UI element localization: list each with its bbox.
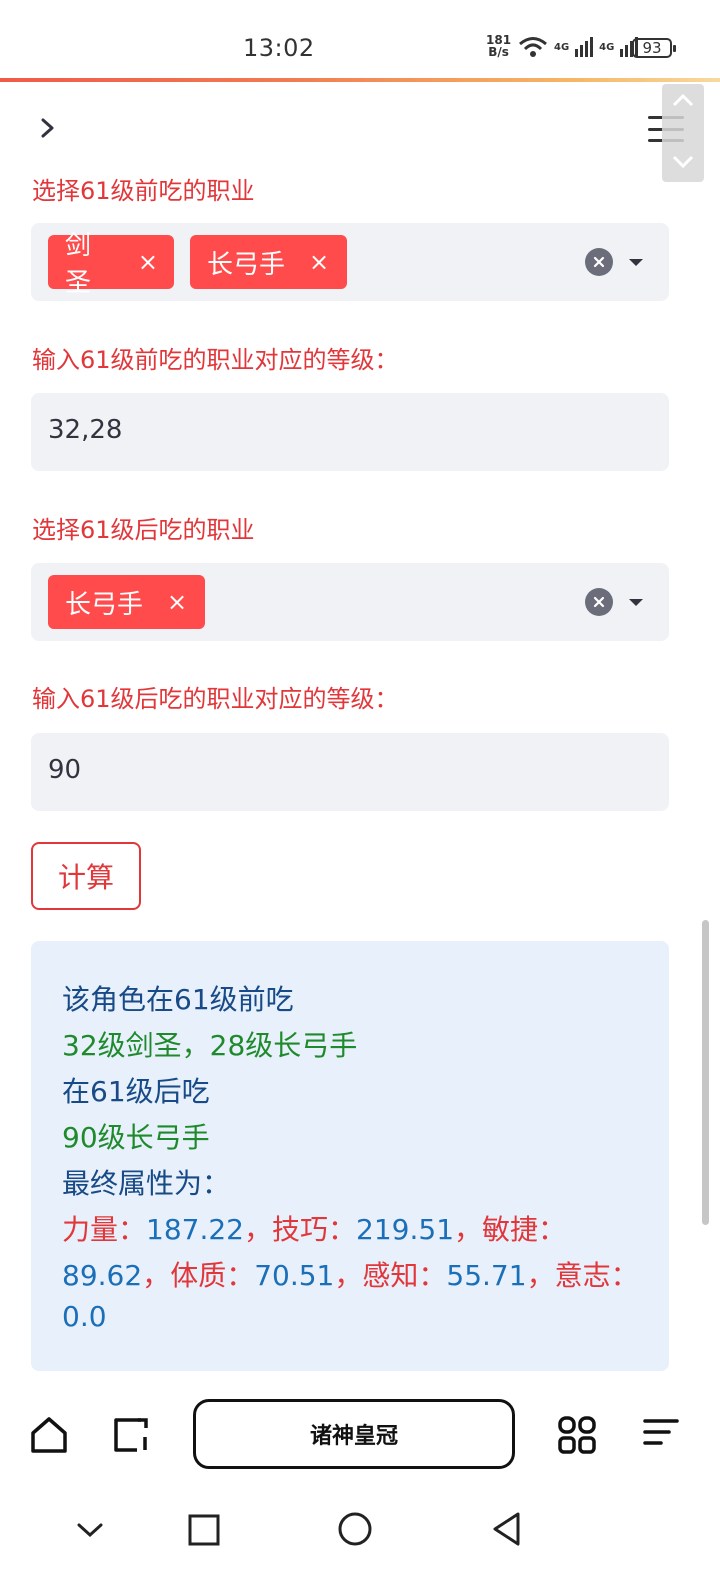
status-time: 13:02 xyxy=(243,34,315,62)
menu-icon xyxy=(643,1419,679,1445)
stat-value: 0.0 xyxy=(62,1300,107,1333)
post61-level-value: 90 xyxy=(48,755,82,785)
tag-label: 长弓手 xyxy=(65,589,144,620)
back-triangle-icon xyxy=(493,1512,520,1546)
signal-4g-label-2: 4G xyxy=(599,41,615,53)
stat-name: 体质： xyxy=(170,1259,255,1292)
tag-remove-button[interactable]: × xyxy=(167,588,187,616)
pre61-level-label: 输入61级前吃的职业对应的等级： xyxy=(32,346,399,374)
clear-all-button[interactable] xyxy=(585,588,613,616)
circle-icon xyxy=(338,1512,372,1546)
status-icons: 4G 4G xyxy=(518,34,639,60)
home-icon xyxy=(31,1417,67,1453)
scroll-up-down-widget[interactable] xyxy=(662,84,704,182)
result-line-1: 该角色在61级前吃 xyxy=(62,983,294,1016)
signal-4g-label-1: 4G xyxy=(554,41,570,53)
tag-changgongshou: 长弓手 × xyxy=(190,235,347,289)
pre61-class-multiselect[interactable]: 剑圣 × 长弓手 × xyxy=(31,223,669,301)
chevron-down-icon[interactable] xyxy=(671,154,695,170)
chevron-right-icon xyxy=(41,118,54,138)
page-load-progress xyxy=(0,78,720,82)
stat-value: 89.62 xyxy=(62,1259,143,1292)
page-scrollbar[interactable] xyxy=(702,920,709,1225)
tag-changgongshou: 长弓手 × xyxy=(48,575,205,629)
stat-name: 敏捷： xyxy=(482,1213,567,1246)
stats-line-2: 89.62，体质：70.51，感知：55.71，意志： xyxy=(62,1254,639,1294)
stat-name: 力量： xyxy=(62,1213,147,1246)
tag-label: 剑圣 xyxy=(65,231,92,298)
stat-sep: ， xyxy=(526,1259,555,1292)
post61-level-label: 输入61级后吃的职业对应的等级： xyxy=(32,685,399,713)
calculate-button[interactable]: 计算 xyxy=(31,842,141,910)
dropdown-arrow-icon[interactable] xyxy=(629,259,643,266)
result-line-5: 最终属性为： xyxy=(62,1167,231,1200)
stat-sep: ， xyxy=(334,1259,363,1292)
square-icon xyxy=(188,1514,220,1546)
close-icon xyxy=(593,256,605,268)
grid-icon xyxy=(558,1416,596,1454)
stat-value: 70.51 xyxy=(254,1259,335,1292)
tag-label: 长弓手 xyxy=(207,249,286,280)
network-speed: 181 B/s xyxy=(486,34,511,58)
stat-name: 技巧： xyxy=(272,1213,357,1246)
clear-all-button[interactable] xyxy=(585,248,613,276)
stat-sep: ， xyxy=(454,1213,483,1246)
stat-name: 意志： xyxy=(554,1259,639,1292)
wifi-icon xyxy=(519,37,547,57)
signal-bars-icon xyxy=(575,37,594,57)
network-speed-unit: B/s xyxy=(488,45,509,59)
post61-class-multiselect[interactable]: 长弓手 × xyxy=(31,563,669,641)
browser-menu-button[interactable] xyxy=(640,1414,682,1456)
result-panel: 该角色在61级前吃 32级剑圣，28级长弓手 在61级后吃 90级长弓手 最终属… xyxy=(31,941,669,1371)
pre61-class-label: 选择61级前吃的职业 xyxy=(32,177,255,205)
chevron-up-icon[interactable] xyxy=(671,92,695,108)
apps-button[interactable] xyxy=(556,1414,598,1456)
sidebar-expand-button[interactable] xyxy=(34,114,62,142)
result-line-3: 在61级后吃 xyxy=(62,1075,210,1108)
home-button[interactable] xyxy=(28,1414,70,1456)
stat-sep: ， xyxy=(244,1213,273,1246)
stat-value: 219.51 xyxy=(356,1213,455,1246)
result-line-2: 32级剑圣，28级长弓手 xyxy=(62,1029,358,1062)
nav-back-button[interactable] xyxy=(486,1508,526,1550)
pre61-level-input[interactable]: 32,28 xyxy=(31,393,669,471)
nav-collapse-button[interactable] xyxy=(70,1512,110,1548)
dropdown-arrow-icon[interactable] xyxy=(629,599,643,606)
chevron-down-icon xyxy=(77,1523,103,1538)
stat-value: 187.22 xyxy=(146,1213,244,1246)
close-icon xyxy=(593,596,605,608)
status-bar: 13:02 181 B/s 4G 4G 93 xyxy=(0,0,720,80)
post61-level-input[interactable]: 90 xyxy=(31,733,669,811)
result-line-4: 90级长弓手 xyxy=(62,1121,210,1154)
tabs-button[interactable] xyxy=(110,1414,152,1456)
pre61-level-value: 32,28 xyxy=(48,415,123,445)
nav-recents-button[interactable] xyxy=(184,1510,224,1550)
post61-class-label: 选择61级后吃的职业 xyxy=(32,516,255,544)
tag-remove-button[interactable]: × xyxy=(138,248,158,276)
stats-line-3: 0.0 xyxy=(62,1300,107,1333)
stats-line-1: 力量：187.22，技巧：219.51，敏捷： xyxy=(62,1208,566,1248)
stat-value: 55.71 xyxy=(446,1259,527,1292)
stat-name: 感知： xyxy=(362,1259,447,1292)
tag-remove-button[interactable]: × xyxy=(309,248,329,276)
tag-jiansheng: 剑圣 × xyxy=(48,231,174,298)
nav-home-button[interactable] xyxy=(334,1508,376,1550)
battery-indicator: 93 xyxy=(632,38,676,58)
stat-sep: ， xyxy=(142,1259,171,1292)
address-bar[interactable]: 诸神皇冠 xyxy=(193,1399,515,1469)
tabs-icon xyxy=(114,1418,148,1452)
